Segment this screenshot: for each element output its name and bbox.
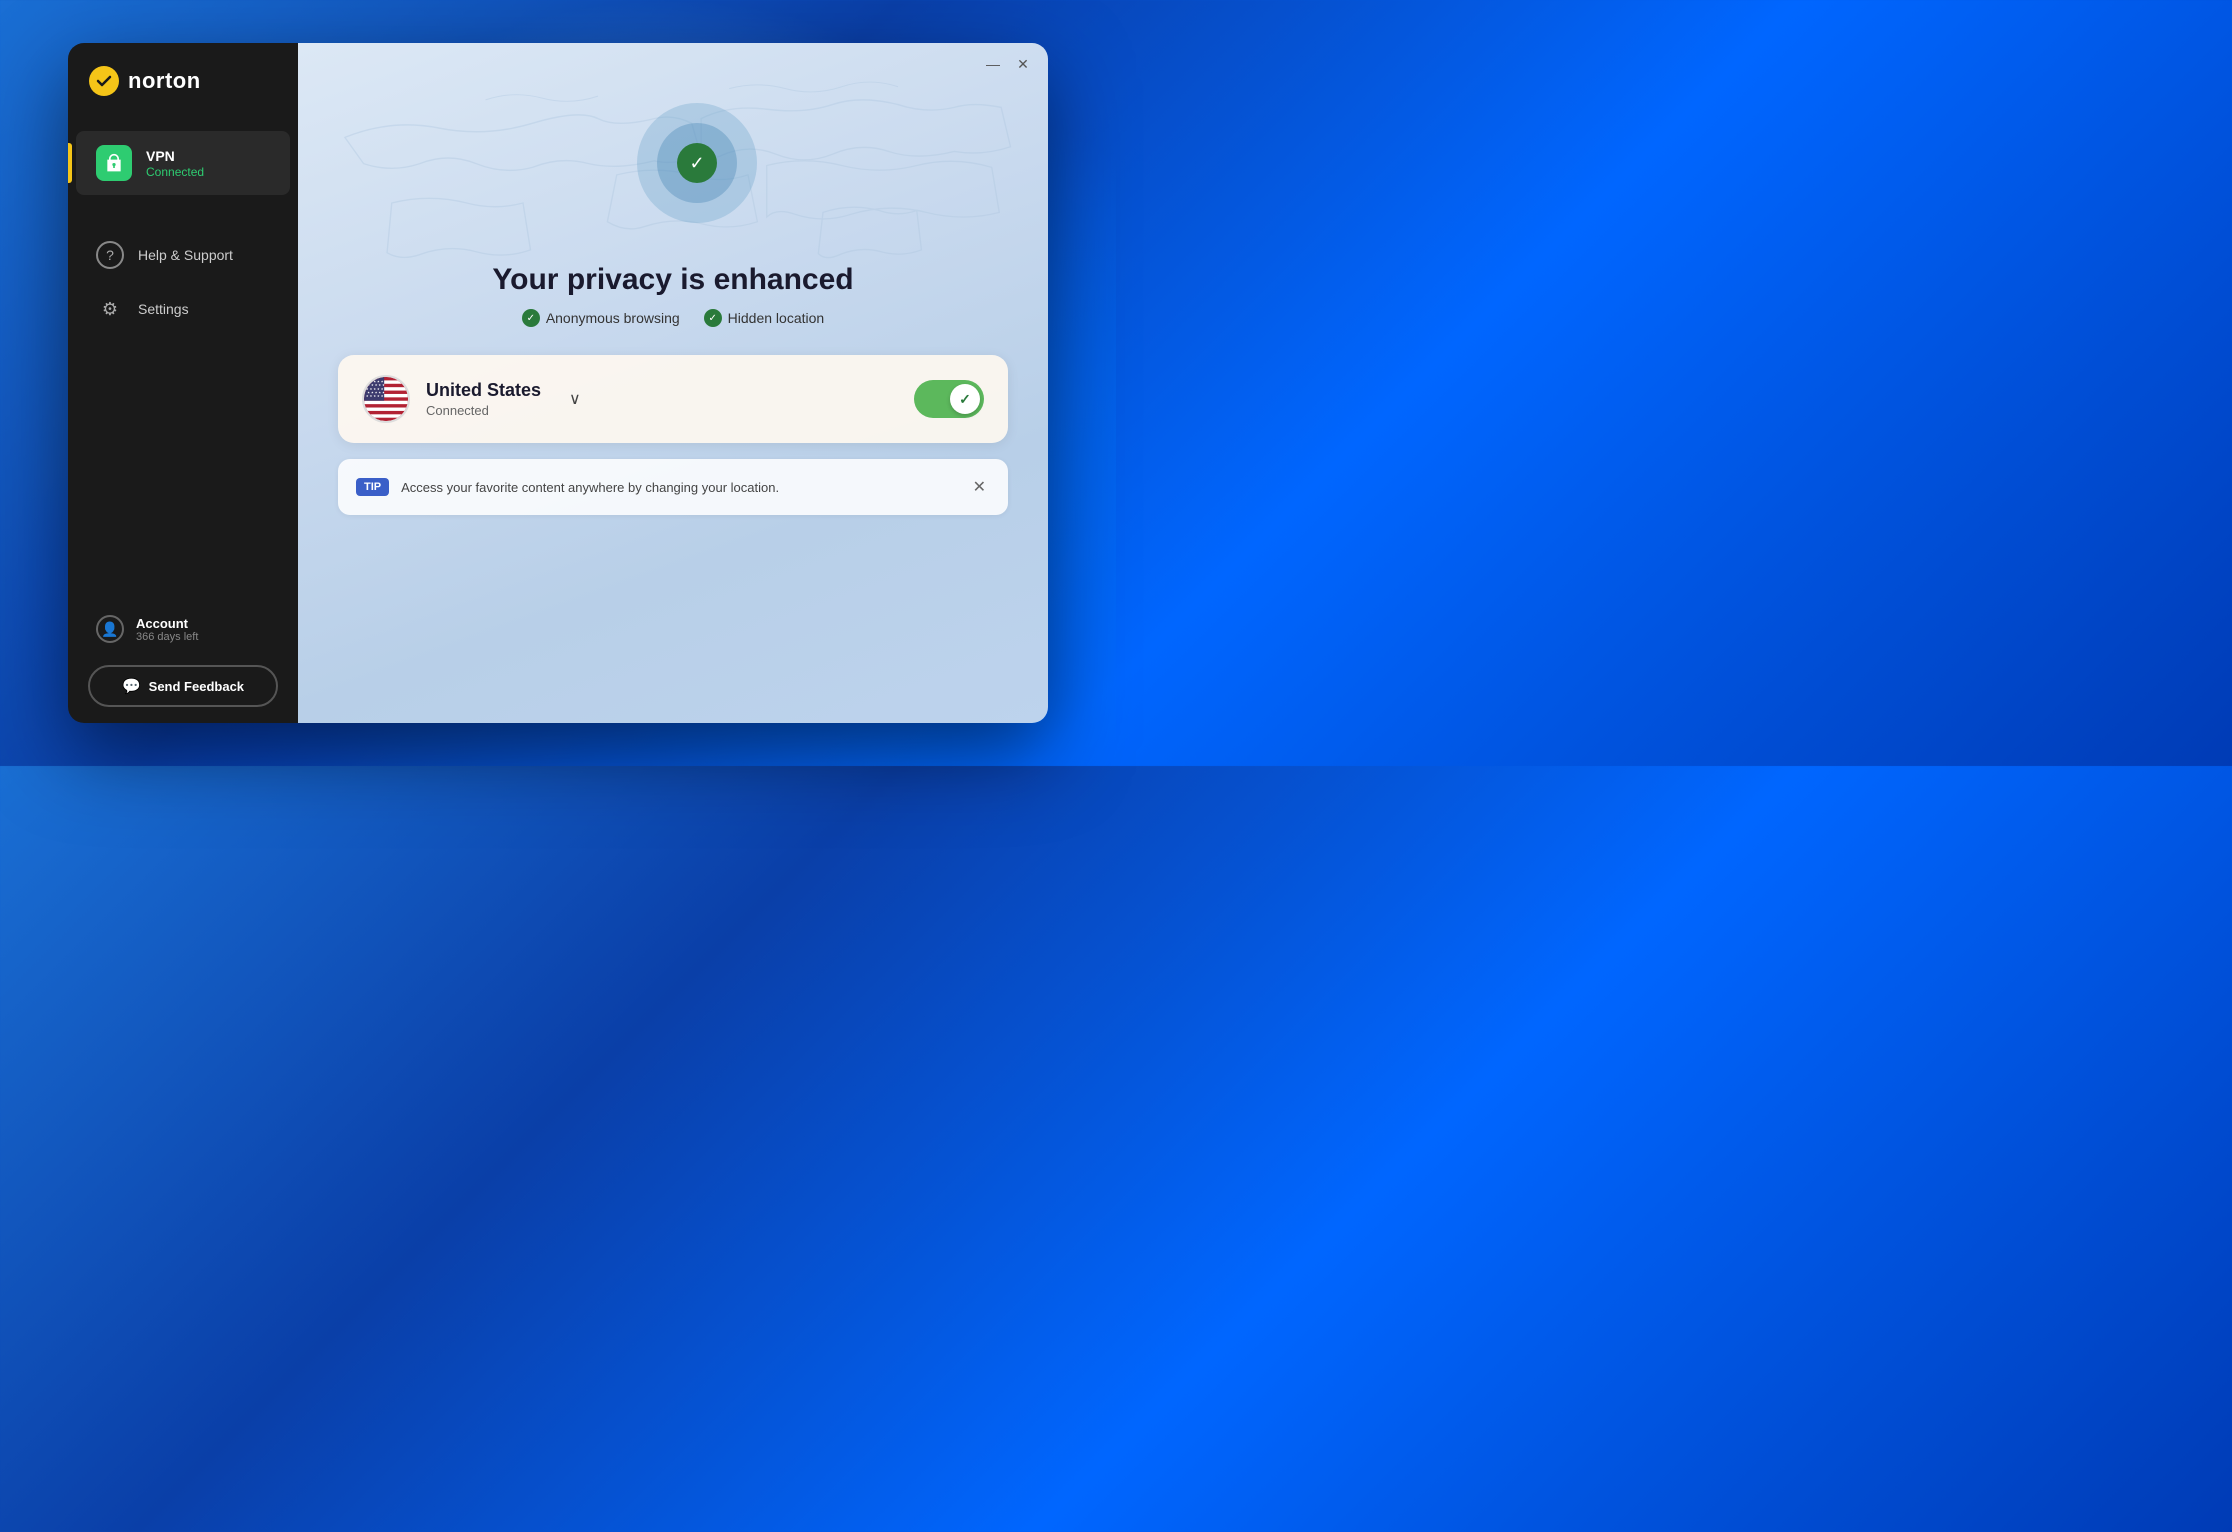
tip-label-badge: TIP: [356, 478, 389, 496]
tip-bar: TIP Access your favorite content anywher…: [338, 459, 1008, 515]
feedback-label: Send Feedback: [149, 679, 244, 694]
vpn-nav-text: VPN Connected: [146, 148, 204, 179]
vpn-location-text: United States Connected: [426, 380, 541, 418]
toggle-check-icon: ✓: [959, 391, 971, 408]
account-days-left: 366 days left: [136, 631, 198, 643]
vpn-country-name: United States: [426, 380, 541, 401]
anonymous-browsing-label: Anonymous browsing: [546, 310, 680, 326]
location-dropdown-chevron[interactable]: ∨: [569, 389, 581, 409]
settings-label: Settings: [138, 301, 189, 317]
window-controls: — ✕: [986, 57, 1030, 71]
help-label: Help & Support: [138, 247, 233, 263]
help-icon: ?: [96, 241, 124, 269]
us-flag-icon: ★ ★ ★ ★ ★ ★ ★ ★ ★ ★ ★ ★ ★ ★ ★ ★ ★ ★ ★ ★ …: [364, 377, 408, 421]
vpn-nav-sublabel: Connected: [146, 165, 204, 179]
vpn-card-left: ★ ★ ★ ★ ★ ★ ★ ★ ★ ★ ★ ★ ★ ★ ★ ★ ★ ★ ★ ★ …: [362, 375, 914, 423]
sidebar-navigation: VPN Connected ? Help & Support ⚙ Setting…: [68, 119, 298, 589]
hidden-location-label: Hidden location: [728, 310, 825, 326]
account-text: Account 366 days left: [136, 616, 198, 643]
vpn-icon: [104, 153, 124, 173]
vpn-nav-label: VPN: [146, 148, 204, 164]
vpn-connection-card: ★ ★ ★ ★ ★ ★ ★ ★ ★ ★ ★ ★ ★ ★ ★ ★ ★ ★ ★ ★ …: [338, 355, 1008, 443]
toggle-knob: ✓: [950, 384, 980, 414]
connected-check-icon: ✓: [677, 143, 717, 183]
account-icon: 👤: [96, 615, 124, 643]
privacy-badges: ✓ Anonymous browsing ✓ Hidden location: [522, 309, 824, 327]
pulse-ring-outer: ✓: [637, 103, 757, 223]
content-area: Your privacy is enhanced ✓ Anonymous bro…: [298, 263, 1048, 515]
sidebar-item-settings[interactable]: ⚙ Settings: [76, 283, 290, 335]
vpn-connection-status: Connected: [426, 403, 541, 418]
account-label: Account: [136, 616, 198, 631]
norton-brand-text: norton: [128, 68, 201, 94]
anonymous-check-icon: ✓: [522, 309, 540, 327]
country-flag: ★ ★ ★ ★ ★ ★ ★ ★ ★ ★ ★ ★ ★ ★ ★ ★ ★ ★ ★ ★ …: [362, 375, 410, 423]
norton-logo-icon: [88, 65, 120, 97]
app-window: norton VPN Connected ? Help & Support: [68, 43, 1048, 723]
tip-close-button[interactable]: ✕: [969, 473, 990, 501]
sidebar-bottom: 👤 Account 366 days left 💬 Send Feedback: [68, 589, 298, 723]
pulse-ring-inner: ✓: [657, 123, 737, 203]
connection-indicator: ✓: [637, 103, 757, 223]
minimize-button[interactable]: —: [986, 57, 1000, 71]
main-content: — ✕ ✓: [298, 43, 1048, 723]
anonymous-browsing-badge: ✓ Anonymous browsing: [522, 309, 680, 327]
feedback-icon: 💬: [122, 677, 141, 695]
hidden-check-icon: ✓: [704, 309, 722, 327]
settings-icon: ⚙: [96, 295, 124, 323]
close-button[interactable]: ✕: [1016, 57, 1030, 71]
vpn-toggle[interactable]: ✓: [914, 380, 984, 418]
send-feedback-button[interactable]: 💬 Send Feedback: [88, 665, 278, 707]
sidebar: norton VPN Connected ? Help & Support: [68, 43, 298, 723]
sidebar-logo: norton: [68, 43, 298, 119]
vpn-nav-icon: [96, 145, 132, 181]
sidebar-item-help[interactable]: ? Help & Support: [76, 229, 290, 281]
svg-text:★ ★ ★ ★ ★ ★: ★ ★ ★ ★ ★ ★: [366, 394, 388, 398]
account-section: 👤 Account 366 days left: [88, 605, 278, 653]
sidebar-item-vpn[interactable]: VPN Connected: [76, 131, 290, 195]
tip-text: Access your favorite content anywhere by…: [401, 480, 956, 495]
hidden-location-badge: ✓ Hidden location: [704, 309, 825, 327]
privacy-title: Your privacy is enhanced: [492, 263, 853, 297]
